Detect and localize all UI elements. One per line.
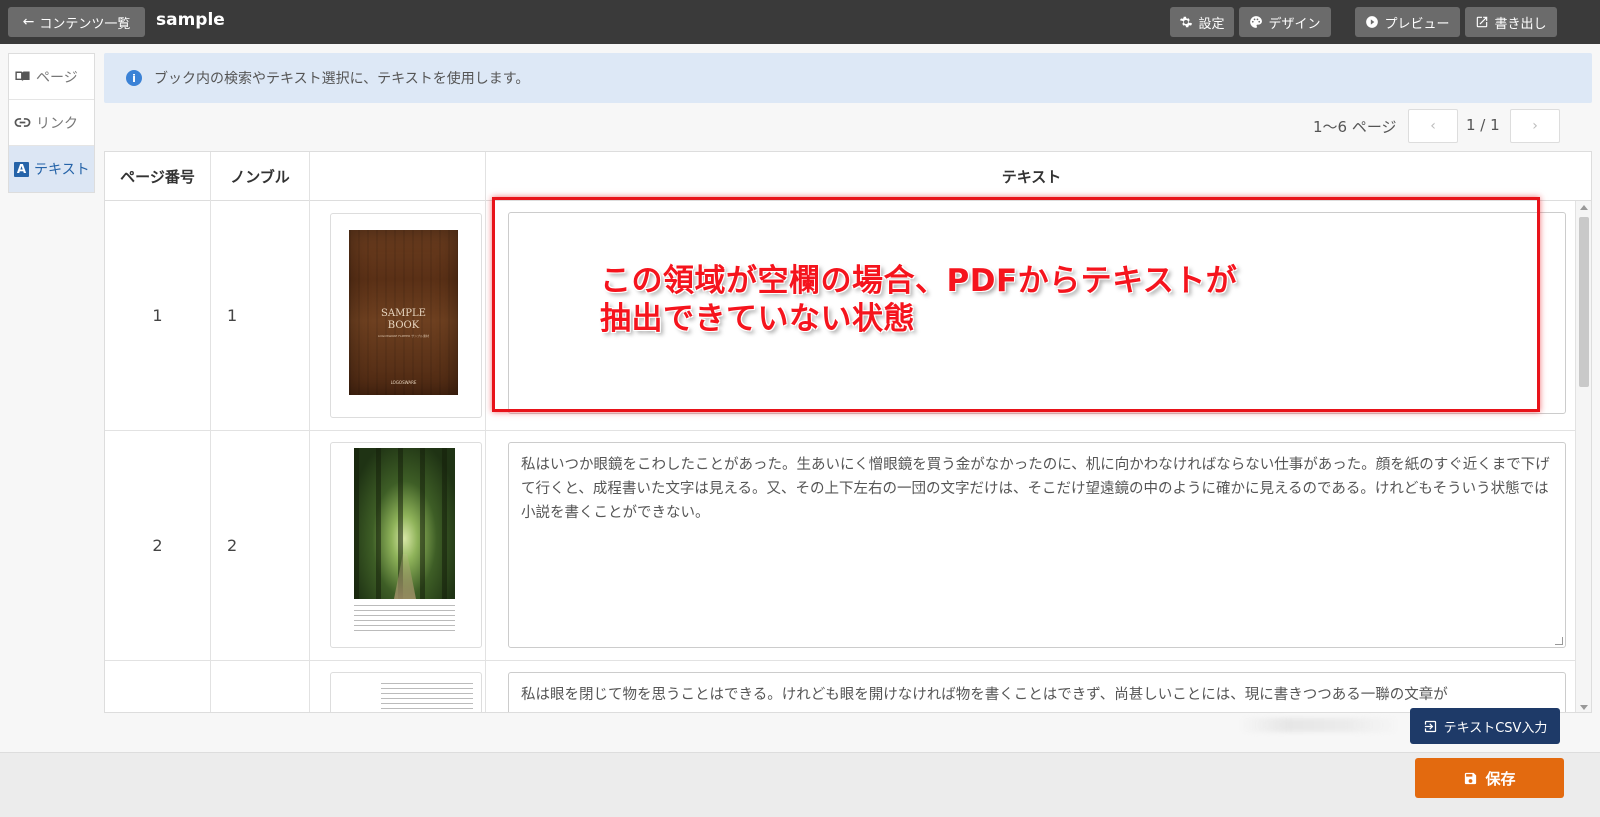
link-icon — [14, 118, 31, 127]
scroll-down-arrow-icon[interactable] — [1580, 705, 1588, 710]
thumbnail-text-lines — [354, 605, 455, 631]
page-thumbnail[interactable] — [330, 442, 482, 648]
blurred-status — [1240, 718, 1398, 732]
bottom-bar — [0, 752, 1600, 817]
header-page-number: ページ番号 — [105, 152, 211, 201]
page-number-cell: 1 — [105, 201, 211, 430]
prev-page-button[interactable]: ‹ — [1408, 109, 1458, 143]
page-thumbnail[interactable]: SAMPLE BOOK LOGOSWARE FLIPPER サンプル素材 LOG… — [330, 213, 482, 418]
nombre-cell: 2 — [211, 431, 310, 660]
forest-photo — [354, 448, 455, 599]
back-to-contents-button[interactable]: ← コンテンツ一覧 — [8, 7, 145, 37]
chevron-right-icon: › — [1532, 118, 1538, 134]
external-link-icon — [1477, 16, 1488, 28]
sidebar-item-page[interactable]: ページ — [9, 54, 94, 100]
design-button[interactable]: デザイン — [1239, 7, 1331, 37]
sidebar: ページ リンク A テキスト — [8, 53, 95, 193]
save-button[interactable]: 保存 — [1415, 758, 1564, 798]
next-page-button[interactable]: › — [1510, 109, 1560, 143]
sidebar-item-link[interactable]: リンク — [9, 100, 94, 146]
info-message: ブック内の検索やテキスト選択に、テキストを使用します。 — [154, 71, 530, 87]
settings-button[interactable]: 設定 — [1170, 7, 1234, 37]
page-text-input[interactable]: 私はいつか眼鏡をこわしたことがあった。生あいにく憎眼鏡を買う金がなかったのに、机… — [508, 442, 1566, 648]
arrow-left-icon: ← — [22, 14, 35, 30]
page-thumbnail[interactable] — [330, 672, 482, 712]
page-indicator: 1 / 1 — [1466, 116, 1500, 134]
table-scrollbar[interactable] — [1575, 201, 1591, 712]
cover-logo: LOGOSWARE — [390, 380, 417, 385]
export-button[interactable]: 書き出し — [1465, 7, 1557, 37]
import-icon — [1424, 720, 1436, 732]
scroll-up-arrow-icon[interactable] — [1580, 205, 1588, 210]
text-csv-import-button[interactable]: テキストCSV入力 — [1410, 708, 1560, 744]
cover-subtitle: LOGOSWARE FLIPPER サンプル素材 — [377, 334, 430, 338]
table-header: ページ番号 ノンブル テキスト — [105, 152, 1591, 201]
play-circle-icon — [1366, 16, 1379, 28]
page-number-cell: 2 — [105, 431, 211, 660]
info-icon: i — [126, 70, 142, 86]
scrollbar-thumb[interactable] — [1579, 217, 1589, 387]
resize-handle[interactable] — [1555, 637, 1563, 645]
info-message-bar: i ブック内の検索やテキスト選択に、テキストを使用します。 — [104, 53, 1592, 103]
header-text: テキスト — [1001, 168, 1062, 186]
chevron-left-icon: ‹ — [1430, 118, 1436, 134]
page-number-cell — [105, 661, 211, 712]
nombre-cell — [211, 661, 310, 712]
text-table: ページ番号 ノンブル テキスト 1 1 SAMPLE BOOK LOGOSWAR… — [104, 151, 1592, 713]
text-a-icon: A — [14, 161, 29, 177]
annotation-text: この領域が空欄の場合、PDFからテキストが 抽出できていない状態 — [600, 263, 1238, 337]
header-thumbnail — [310, 152, 486, 201]
floppy-disk-icon — [1465, 772, 1477, 784]
table-row: 私は眼を閉じて物を思うことはできる。けれども眼を開けなければ物を書くことはできず… — [105, 661, 1577, 712]
thumbnail-text-lines — [381, 683, 473, 712]
palette-icon — [1250, 16, 1263, 28]
gear-icon — [1180, 16, 1193, 28]
cover-title: SAMPLE BOOK — [381, 308, 426, 331]
book-icon — [15, 71, 30, 82]
content-title: sample — [156, 10, 225, 30]
header-nombre: ノンブル — [211, 152, 310, 201]
sample-book-cover: SAMPLE BOOK LOGOSWARE FLIPPER サンプル素材 LOG… — [349, 230, 458, 395]
table-row: 2 2 私はいつか眼鏡をこわしたことがあった。生あいにく憎眼鏡を買う金がなかった… — [105, 431, 1577, 661]
page-range-label: 1〜6 ページ — [1313, 118, 1397, 136]
nombre-cell: 1 — [211, 201, 310, 430]
top-bar: ← コンテンツ一覧 sample 設定 デザイン プレビュー 書き出し — [0, 0, 1600, 44]
preview-button[interactable]: プレビュー — [1355, 7, 1460, 37]
page-text-input[interactable]: 私は眼を閉じて物を思うことはできる。けれども眼を開けなければ物を書くことはできず… — [508, 672, 1566, 712]
sidebar-item-text[interactable]: A テキスト — [9, 146, 94, 192]
